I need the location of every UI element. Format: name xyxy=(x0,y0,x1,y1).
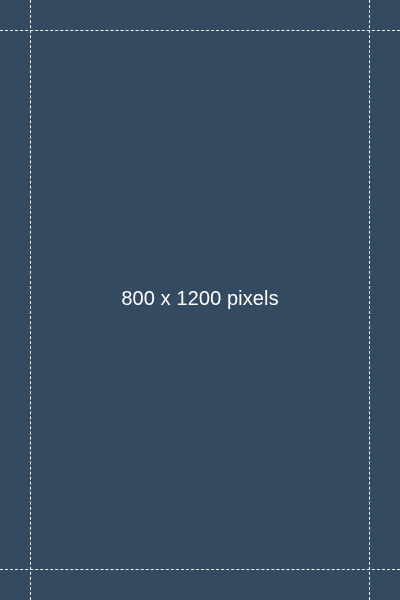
dimension-label: 800 x 1200 pixels xyxy=(121,288,279,310)
bottom-guide-line xyxy=(0,569,400,570)
placeholder-canvas: 800 x 1200 pixels xyxy=(0,0,400,600)
top-guide-line xyxy=(0,30,400,31)
